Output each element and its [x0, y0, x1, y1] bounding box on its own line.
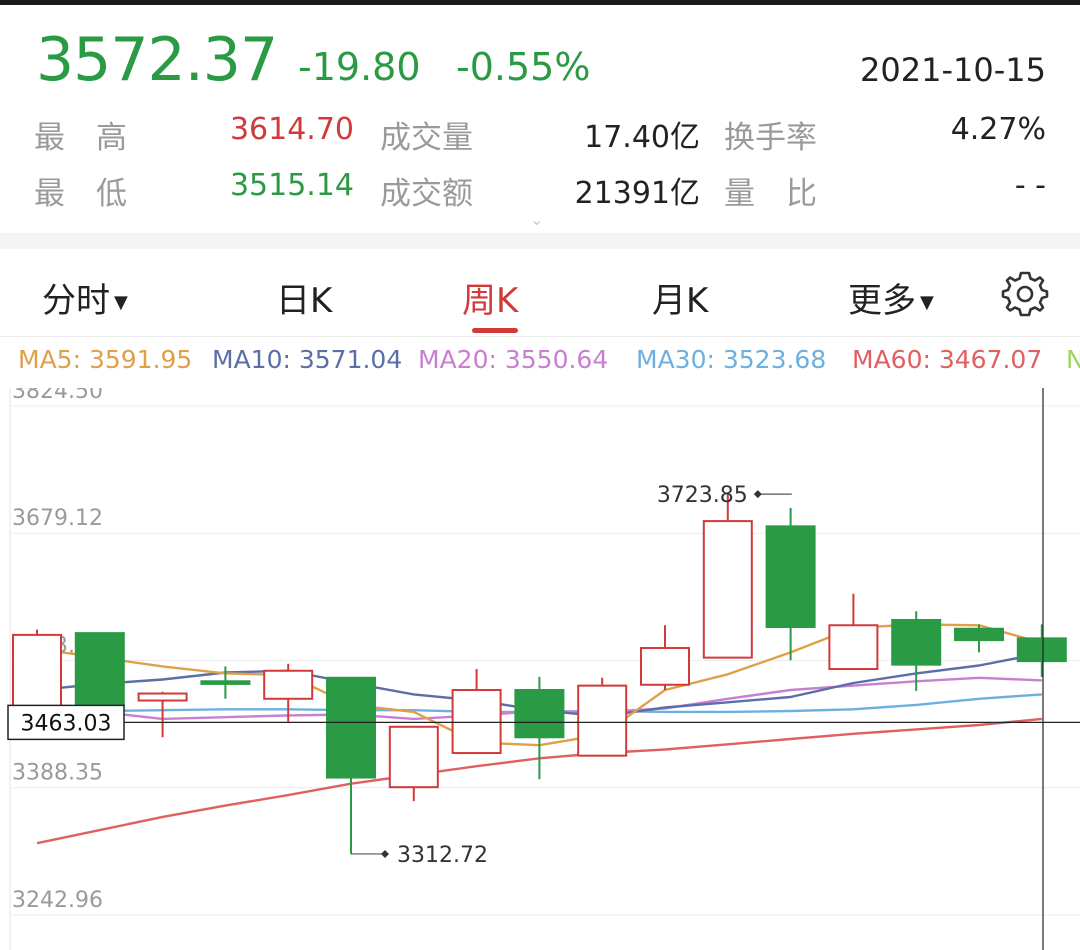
turnover-rate-label: 换手率 [724, 120, 817, 156]
y-tick-label: 3388.35 [12, 761, 103, 786]
quote-date: 2021-10-15 [860, 51, 1046, 89]
caret-down-icon: ▼ [114, 292, 128, 313]
price-change: -19.80 [298, 45, 421, 89]
gear-icon[interactable] [1000, 269, 1050, 319]
candle [765, 507, 816, 661]
candle-body [640, 647, 690, 686]
tab-more-label: 更多 [848, 281, 916, 321]
crosshair-price-label: 3463.03 [21, 711, 112, 736]
amount-label: 成交额 [380, 176, 473, 212]
amount-value: 21391亿 [574, 176, 700, 211]
volume-ratio-label: 量 比 [724, 176, 817, 212]
candle-body [137, 692, 188, 702]
ma60-legend: MA60: 3467.07 [852, 345, 1043, 374]
candle-body [1016, 637, 1067, 663]
ma20-legend: MA20: 3550.64 [418, 345, 609, 374]
y-tick-label: 3242.96 [12, 888, 103, 913]
ma5-legend: MA5: 3591.95 [18, 345, 193, 374]
tab-intraday[interactable]: 分时 ▼ [42, 273, 128, 322]
candle-body [263, 669, 314, 700]
candle-body [954, 627, 1004, 642]
candle [74, 632, 125, 708]
tab-monthly-k[interactable]: 月K [652, 273, 708, 322]
caret-down-icon: ▼ [920, 292, 934, 313]
candle [640, 625, 690, 691]
ma-extra-legend: N [1066, 345, 1080, 374]
low-value: 3515.14 [229, 168, 354, 203]
quote-header: 3572.37 -19.80 -0.55% 2021-10-15 最 高 361… [0, 5, 1080, 233]
y-tick-label: 3679.12 [12, 506, 103, 531]
candle [137, 691, 188, 738]
max-value-label: 3723.85 [657, 483, 748, 508]
last-price: 3572.37 [36, 25, 278, 95]
candle-body [514, 689, 565, 739]
high-label: 最 高 [34, 120, 127, 156]
ma30-legend: MA30: 3523.68 [636, 345, 827, 374]
tab-intraday-label: 分时 [42, 281, 110, 321]
candle [828, 593, 879, 671]
candle-body [577, 684, 628, 757]
tab-more[interactable]: 更多 ▼ [848, 273, 934, 322]
candle [388, 725, 439, 802]
candle-body [74, 632, 125, 707]
low-label: 最 低 [34, 176, 127, 212]
volume-ratio-value: - - [1014, 168, 1046, 203]
candle-body [451, 689, 502, 755]
min-marker-dot [381, 849, 389, 858]
candle [1016, 624, 1067, 677]
candle [451, 669, 502, 755]
candle [263, 663, 314, 722]
volume-label: 成交量 [380, 120, 473, 156]
weekly-k-chart[interactable]: 3824.503679.123533.3388.353242.963723.85… [0, 388, 1080, 950]
price-change-percent: -0.55% [456, 45, 591, 89]
candle-body [828, 624, 879, 671]
max-marker-dot [753, 490, 762, 499]
period-tabs: 分时 ▼ 日K 周K 月K 更多 ▼ [0, 249, 1080, 337]
tab-weekly-k[interactable]: 周K [462, 273, 518, 322]
candle [702, 493, 753, 659]
active-tab-indicator [472, 328, 518, 333]
ma10-legend: MA10: 3571.04 [212, 345, 403, 374]
candle [514, 676, 565, 780]
expand-chevron-icon[interactable]: ⌄ [530, 210, 543, 229]
candle [954, 624, 1004, 653]
candle-body [702, 520, 753, 659]
moving-average-legend: MA5: 3591.95 MA10: 3571.04 MA20: 3550.64… [0, 345, 1080, 381]
tab-daily-k[interactable]: 日K [276, 273, 332, 322]
turnover-rate-value: 4.27% [950, 112, 1046, 147]
candle-body [200, 680, 251, 685]
candle [577, 677, 628, 757]
candle-body [891, 619, 942, 666]
min-value-label: 3312.72 [397, 843, 488, 868]
candle-body [388, 725, 439, 789]
candle-body [326, 676, 376, 779]
candle-body [765, 525, 816, 629]
high-value: 3614.70 [229, 112, 354, 147]
section-divider [0, 233, 1080, 249]
candle [326, 676, 376, 854]
volume-value: 17.40亿 [584, 120, 700, 155]
y-tick-label: 3824.50 [12, 388, 103, 404]
candle [891, 611, 942, 691]
